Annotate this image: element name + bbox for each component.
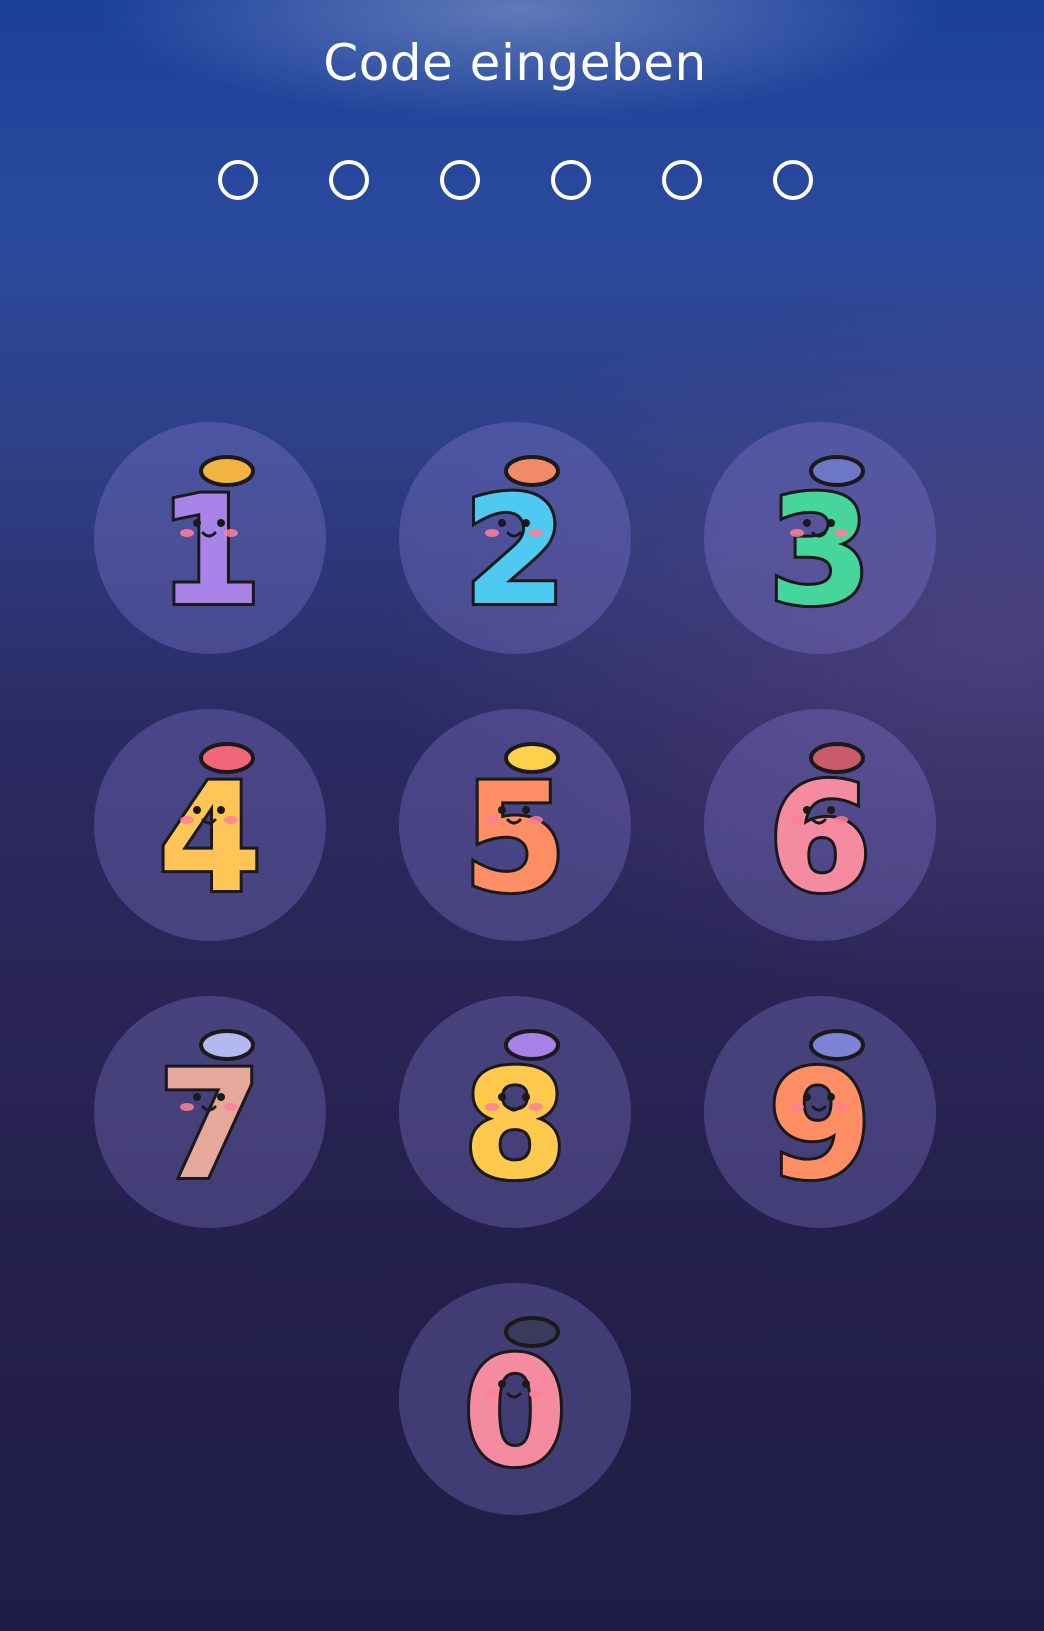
code-dot	[218, 160, 258, 200]
key-7-button[interactable]: 7	[94, 996, 326, 1228]
key-3-button[interactable]: 3	[704, 422, 936, 654]
key-9-button[interactable]: 9	[704, 996, 936, 1228]
passcode-screen: Code eingeben 1 2 3 4 5 6 7 8 9 0	[0, 0, 1044, 1631]
cartoon-two-icon: 2	[460, 455, 570, 642]
page-title: Code eingeben	[323, 34, 707, 92]
key-6-button[interactable]: 6	[704, 709, 936, 941]
cartoon-five-icon: 5	[460, 742, 570, 929]
key-digit: 4	[158, 752, 262, 926]
key-0-button[interactable]: 0	[399, 1283, 631, 1515]
cartoon-zero-icon: 0	[460, 1316, 570, 1503]
key-4-button[interactable]: 4	[94, 709, 326, 941]
code-dot	[773, 160, 813, 200]
key-digit: 9	[768, 1039, 872, 1213]
key-digit: 6	[768, 752, 872, 926]
key-5-button[interactable]: 5	[399, 709, 631, 941]
key-8-button[interactable]: 8	[399, 996, 631, 1228]
cartoon-four-icon: 4	[155, 742, 265, 929]
key-digit: 7	[158, 1039, 262, 1213]
code-dot	[329, 160, 369, 200]
cartoon-nine-icon: 9	[765, 1029, 875, 1216]
cartoon-six-icon: 6	[765, 742, 875, 929]
code-dot	[662, 160, 702, 200]
code-indicator	[0, 160, 1044, 202]
cartoon-eight-icon: 8	[460, 1029, 570, 1216]
key-digit: 0	[463, 1326, 567, 1500]
key-digit: 1	[158, 465, 262, 639]
key-digit: 2	[463, 465, 567, 639]
key-digit: 8	[463, 1039, 567, 1213]
cartoon-three-icon: 3	[765, 455, 875, 642]
cartoon-one-icon: 1	[155, 455, 265, 642]
key-2-button[interactable]: 2	[399, 422, 631, 654]
code-dot	[551, 160, 591, 200]
key-digit: 5	[463, 752, 567, 926]
cartoon-seven-icon: 7	[155, 1029, 265, 1216]
key-1-button[interactable]: 1	[94, 422, 326, 654]
code-dot	[440, 160, 480, 200]
key-digit: 3	[768, 465, 872, 639]
